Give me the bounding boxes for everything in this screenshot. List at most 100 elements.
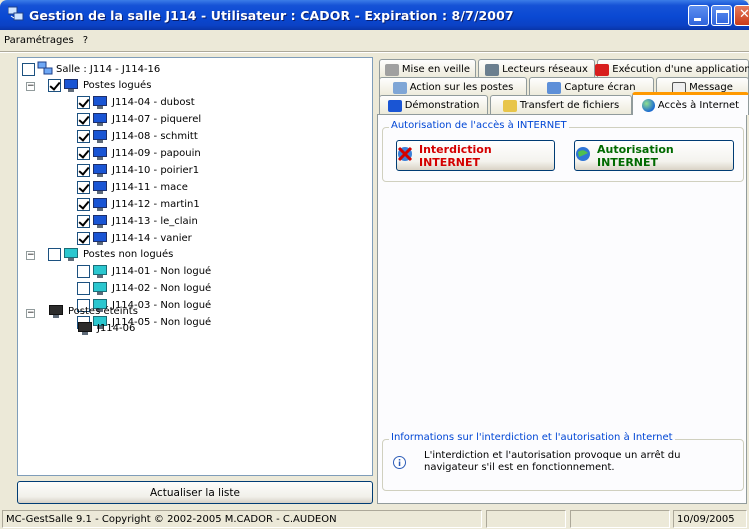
monitor-icon: [92, 214, 108, 228]
item-checkbox[interactable]: [77, 129, 90, 143]
tab-transfert-fichiers[interactable]: Transfert de fichiers: [490, 95, 632, 115]
item-checkbox[interactable]: [77, 264, 90, 278]
deny-internet-button[interactable]: Interdiction INTERNET: [396, 140, 555, 171]
tab-acces-internet[interactable]: Accès à Internet: [632, 92, 749, 115]
tree-group-off[interactable]: Postes éteints: [48, 303, 138, 319]
allow-internet-label: Autorisation INTERNET: [597, 142, 674, 169]
screen-capture-icon: [547, 81, 562, 94]
collapse-toggle-off[interactable]: −: [26, 309, 35, 318]
item-checkbox[interactable]: [77, 163, 90, 177]
item-checkbox[interactable]: [77, 180, 90, 194]
workstation-action-icon: [392, 81, 407, 94]
tree-item-label: J114-13 - le_clain: [112, 215, 198, 227]
group-checkbox[interactable]: [48, 247, 61, 261]
info-text: L'interdiction et l'autorisation provoqu…: [424, 450, 681, 473]
tab-label: Démonstration: [404, 100, 480, 111]
collapse-toggle-logged[interactable]: −: [26, 82, 35, 91]
menu-parametrages[interactable]: Paramétrages: [4, 35, 74, 46]
tree-item-label: J114-06: [97, 322, 136, 334]
tree-root-label: Salle : J114 - J114-16: [56, 63, 161, 75]
tree-item-label: J114-11 - mace: [112, 181, 188, 193]
status-copyright: MC-GestSalle 9.1 - Copyright © 2002-2005…: [2, 510, 482, 528]
tab-demonstration[interactable]: Démonstration: [379, 95, 488, 115]
tab-label: Mise en veille: [401, 64, 471, 75]
tab-label: Lecteurs réseaux: [502, 64, 588, 75]
status-pane-empty-1: [486, 510, 566, 528]
maximize-button[interactable]: [711, 5, 732, 26]
allow-internet-button[interactable]: Autorisation INTERNET: [574, 140, 734, 171]
tree-item[interactable]: J114-04 - dubost: [77, 94, 195, 110]
minimize-button[interactable]: [688, 5, 709, 26]
tab-label: Exécution d'une application: [612, 64, 749, 75]
item-checkbox[interactable]: [77, 231, 90, 245]
tree-item[interactable]: J114-08 - schmitt: [77, 128, 198, 144]
tab-action-postes[interactable]: Action sur les postes: [379, 77, 527, 97]
info-group: Informations sur l'interdiction et l'aut…: [382, 432, 744, 491]
group-checkbox[interactable]: [48, 78, 61, 92]
run-application-icon: [595, 63, 610, 76]
tree-item-label: J114-07 - piquerel: [112, 113, 202, 125]
folder-transfer-icon: [502, 99, 517, 112]
tree-item-label: J114-08 - schmitt: [112, 130, 198, 142]
network-group-icon: [37, 61, 53, 78]
monitor-icon: [92, 231, 108, 245]
tree-item-label: J114-10 - poirier1: [112, 164, 200, 176]
monitor-icon: [92, 197, 108, 211]
demo-monitor-icon: [387, 99, 402, 112]
tab-label: Action sur les postes: [409, 82, 514, 93]
tree-group-label: Postes éteints: [68, 305, 138, 317]
tree-item[interactable]: J114-11 - mace: [77, 179, 188, 195]
monitor-icon: [92, 180, 108, 194]
tree-item[interactable]: J114-01 - Non logué: [77, 263, 211, 279]
collapse-toggle-not-logged[interactable]: −: [26, 251, 35, 260]
tab-execution-application[interactable]: Exécution d'une application: [595, 59, 749, 79]
refresh-list-button[interactable]: Actualiser la liste: [17, 481, 373, 504]
tree-group-logged[interactable]: Postes logués: [48, 77, 151, 93]
tree-group-label: Postes non logués: [83, 248, 174, 260]
tree-item[interactable]: J114-12 - martin1: [77, 196, 200, 212]
title-bar[interactable]: Gestion de la salle J114 - Utilisateur :…: [0, 0, 749, 30]
tree-root[interactable]: Salle : J114 - J114-16: [22, 61, 160, 77]
info-group-title: Informations sur l'interdiction et l'aut…: [389, 432, 675, 443]
deny-internet-label: Interdiction INTERNET: [419, 142, 492, 169]
monitor-icon: [92, 281, 108, 295]
info-icon: [393, 456, 406, 472]
item-checkbox[interactable]: [77, 214, 90, 228]
network-drive-icon: [485, 63, 500, 76]
item-checkbox[interactable]: [77, 95, 90, 109]
monitor-icon: [92, 129, 108, 143]
root-checkbox[interactable]: [22, 62, 35, 76]
tab-lecteurs-reseaux[interactable]: Lecteurs réseaux: [478, 59, 595, 79]
tree-item[interactable]: J114-09 - papouin: [77, 145, 201, 161]
status-pane-empty-2: [570, 510, 670, 528]
monitor-icon: [77, 321, 93, 335]
window-title: Gestion de la salle J114 - Utilisateur :…: [29, 7, 514, 23]
menu-help[interactable]: ?: [83, 35, 88, 46]
item-checkbox[interactable]: [77, 146, 90, 160]
status-date: 10/09/2005: [673, 510, 747, 528]
menu-bar: Paramétrages ?: [0, 30, 749, 50]
tab-mise-en-veille[interactable]: Mise en veille: [379, 59, 476, 79]
workstation-tree[interactable]: Salle : J114 - J114-16 − Postes logués J…: [17, 57, 373, 476]
tab-panel-internet: Autorisation de l'accès à INTERNET Inter…: [377, 114, 747, 504]
tree-item[interactable]: J114-10 - poirier1: [77, 162, 199, 178]
tree-item[interactable]: J114-07 - piquerel: [77, 111, 201, 127]
item-checkbox[interactable]: [77, 281, 90, 295]
tree-item-label: J114-09 - papouin: [112, 147, 201, 159]
tree-item[interactable]: J114-14 - vanier: [77, 230, 192, 246]
tree-group-not-logged[interactable]: Postes non logués: [48, 246, 173, 262]
close-button[interactable]: [734, 5, 749, 26]
tree-item[interactable]: J114-02 - Non logué: [77, 280, 211, 296]
tab-label: Capture écran: [564, 82, 636, 93]
tree-group-label: Postes logués: [83, 79, 152, 91]
item-checkbox[interactable]: [77, 197, 90, 211]
tree-item-label: J114-04 - dubost: [112, 96, 195, 108]
tree-item[interactable]: J114-06: [77, 320, 135, 336]
item-checkbox[interactable]: [77, 112, 90, 126]
tree-item[interactable]: J114-13 - le_clain: [77, 213, 198, 229]
tree-item-label: J114-02 - Non logué: [112, 282, 212, 294]
globe-icon: [641, 98, 655, 112]
tab-label: Transfert de fichiers: [519, 100, 620, 111]
tab-label: Accès à Internet: [657, 99, 740, 111]
allow-internet-icon: [575, 146, 591, 165]
